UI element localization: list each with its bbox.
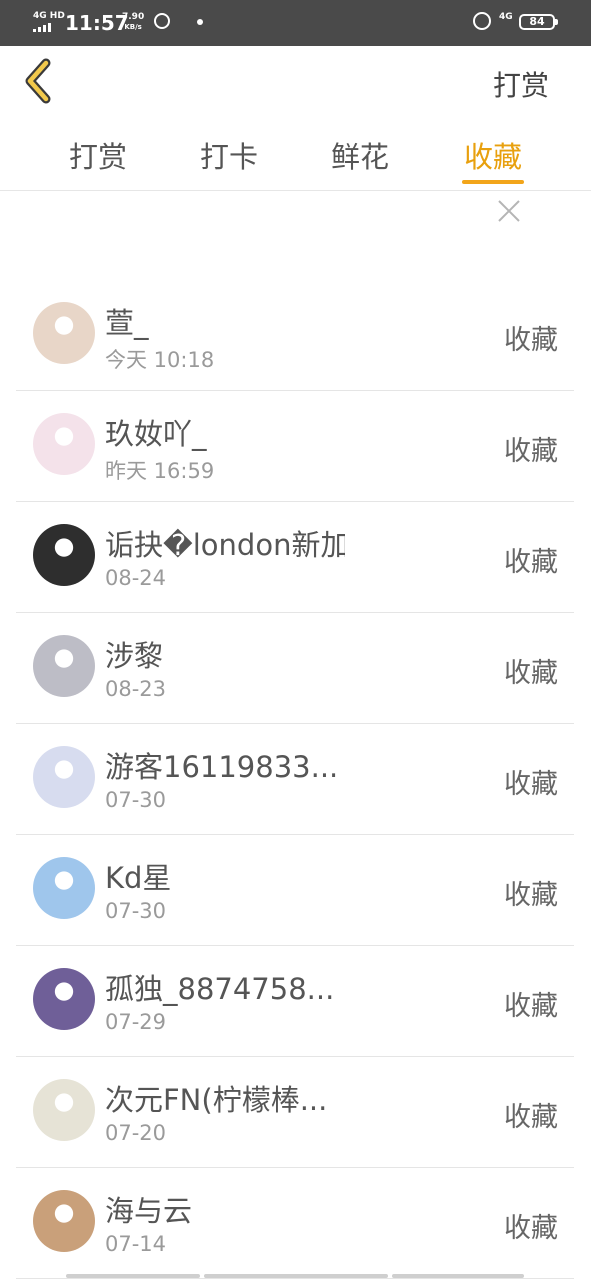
signal-bars-icon: [33, 22, 55, 32]
favorites-list: 萱_今天 10:18收藏玖奻吖_昨天 16:59收藏诟抉�london新加坡08…: [16, 280, 574, 1279]
user-name: 次元FN(柠檬棒...: [105, 1083, 328, 1117]
avatar[interactable]: [33, 635, 95, 697]
avatar[interactable]: [33, 1079, 95, 1141]
signal-label: 4G HD: [33, 11, 65, 21]
action-label: 收藏: [504, 547, 558, 578]
action-label: 收藏: [504, 1213, 558, 1244]
user-name: Kd星: [105, 861, 172, 895]
list-item[interactable]: 游客16119833... 07-30 收藏: [16, 724, 574, 835]
bottom-indicator: [66, 1274, 526, 1280]
user-name: 萱_: [105, 306, 149, 340]
avatar[interactable]: [33, 857, 95, 919]
action-label: 收藏: [504, 1102, 558, 1133]
close-button[interactable]: [494, 196, 524, 226]
avatar[interactable]: [33, 524, 95, 586]
tab-flowers[interactable]: 鲜花: [315, 134, 405, 176]
reward-header-button[interactable]: 打赏: [493, 64, 549, 104]
list-item[interactable]: 孤独_8874758... 07-29 收藏: [16, 946, 574, 1057]
favorite-time: 07-29: [105, 1010, 167, 1034]
network-speed: 7.90 KB/s: [122, 12, 144, 32]
notification-dot-icon: [197, 19, 203, 25]
user-name: 孤独_8874758...: [105, 972, 335, 1006]
action-label: 收藏: [504, 658, 558, 689]
user-name: 诟抉�london新加坡: [105, 528, 345, 562]
battery-indicator: 84: [519, 14, 558, 30]
tab-favorites[interactable]: 收藏: [448, 134, 538, 176]
status-bar: 4G HD 11:57 7.90 KB/s 4G 84: [0, 0, 591, 46]
user-name: 涉黎: [105, 639, 164, 673]
status-time: 11:57: [65, 11, 129, 35]
favorite-time: 昨天 16:59: [105, 459, 215, 483]
favorite-time: 07-14: [105, 1232, 167, 1256]
chevron-left-icon: [25, 58, 51, 104]
favorite-time: 07-30: [105, 899, 167, 923]
action-label: 收藏: [504, 325, 558, 356]
user-name: 海与云: [105, 1194, 193, 1228]
list-item[interactable]: 涉黎 08-23 收藏: [16, 613, 574, 724]
avatar[interactable]: [33, 1190, 95, 1252]
favorite-time: 08-23: [105, 677, 167, 701]
avatar[interactable]: [33, 413, 95, 475]
action-label: 收藏: [504, 436, 558, 467]
tab-checkin[interactable]: 打卡: [184, 134, 274, 176]
list-item[interactable]: 玖奻吖_ 昨天 16:59 收藏: [16, 391, 574, 502]
favorite-time: 今天 10:18: [105, 348, 215, 372]
speed-value: 7.90: [122, 12, 145, 22]
close-icon: [498, 200, 520, 222]
favorite-time: 07-30: [105, 788, 167, 812]
back-button[interactable]: [20, 58, 60, 104]
avatar[interactable]: [33, 968, 95, 1030]
tab-reward[interactable]: 打赏: [53, 134, 143, 176]
avatar[interactable]: [33, 746, 95, 808]
action-label: 收藏: [504, 769, 558, 800]
list-item[interactable]: 海与云 07-14 收藏: [16, 1168, 574, 1279]
list-item[interactable]: 次元FN(柠檬棒... 07-20 收藏: [16, 1057, 574, 1168]
favorite-time: 07-20: [105, 1121, 167, 1145]
favorite-time: 08-24: [105, 566, 167, 590]
top-bar: 打赏: [0, 46, 591, 118]
user-name: 游客16119833...: [105, 750, 339, 784]
list-item[interactable]: 萱_ 今天 10:18 收藏: [16, 280, 574, 391]
list-item[interactable]: Kd星 07-30 收藏: [16, 835, 574, 946]
user-name: 玖奻吖_: [105, 417, 207, 451]
action-label: 收藏: [504, 991, 558, 1022]
network-type: 4G: [499, 12, 513, 22]
data-saver-icon: [154, 13, 170, 29]
alarm-icon: [473, 12, 491, 30]
list-item[interactable]: 诟抉�london新加坡 08-24 收藏: [16, 502, 574, 613]
avatar[interactable]: [33, 302, 95, 364]
active-tab-indicator: [462, 180, 524, 184]
speed-unit: KB/s: [124, 23, 142, 31]
action-label: 收藏: [504, 880, 558, 911]
